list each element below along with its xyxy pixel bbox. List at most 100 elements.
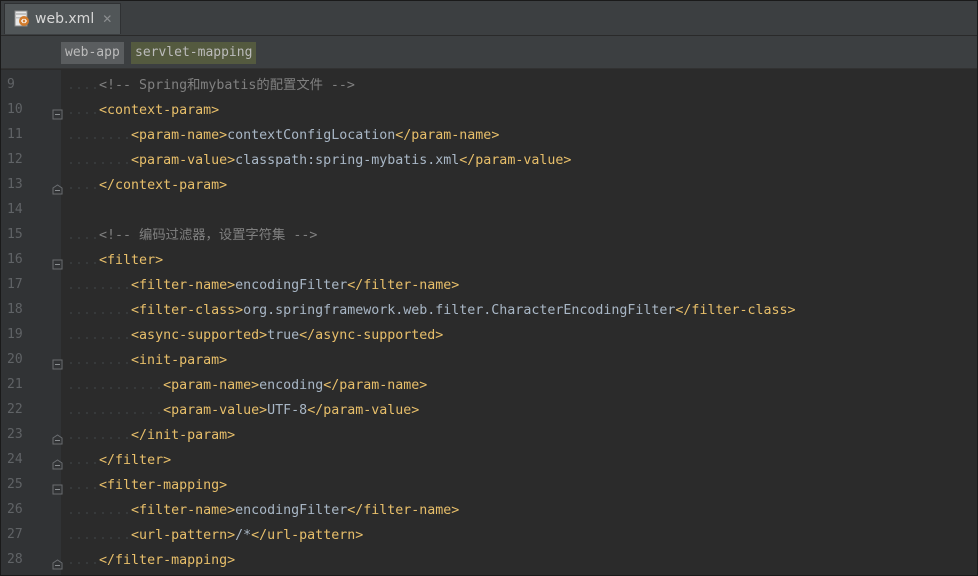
indent-whitespace: .... — [67, 478, 100, 493]
code-text: ....<!-- Spring和mybatis的配置文件 --> — [67, 77, 355, 94]
tab-web-xml[interactable]: web.xml ✕ — [4, 3, 121, 34]
line-number: 12 — [7, 152, 23, 167]
code-line[interactable]: 22 ............<param-value>UTF-8</param-… — [1, 398, 977, 423]
line-number: 28 — [7, 552, 23, 567]
code-line[interactable]: 18 ........<filter-class>org.springframew… — [1, 298, 977, 323]
xml-tag: <filter-name> — [131, 278, 236, 293]
fold-open-icon[interactable] — [52, 355, 63, 370]
code-text: ........<async-supported>true</async-sup… — [67, 327, 443, 344]
code-line[interactable]: 19 ........<async-supported>true</async-s… — [1, 323, 977, 348]
code-text: ....</filter> — [67, 452, 171, 469]
code-line[interactable]: 24 ....</filter> — [1, 448, 977, 473]
fold-close-icon[interactable] — [52, 555, 63, 570]
xml-comment: <!-- 编码过滤器，设置字符集 --> — [99, 228, 318, 243]
code-line[interactable]: 12 ........<param-value>classpath:spring-… — [1, 148, 977, 173]
xml-tag: <filter> — [99, 253, 164, 268]
code-text: ....<!-- 编码过滤器，设置字符集 --> — [67, 227, 317, 244]
code-line[interactable]: 15 ....<!-- 编码过滤器，设置字符集 --> — [1, 223, 977, 248]
xml-text: classpath:spring-mybatis.xml — [235, 153, 460, 168]
indent-whitespace: ........ — [67, 153, 132, 168]
code-line[interactable]: 14 — [1, 198, 977, 223]
line-number: 27 — [7, 527, 23, 542]
xml-text: org.springframework.web.filter.Character… — [243, 303, 676, 318]
ide-window: web.xml ✕ web-app servlet-mapping 9 ....<… — [0, 0, 978, 576]
line-number: 25 — [7, 477, 23, 492]
line-number: 15 — [7, 227, 23, 242]
xml-tag: </param-value> — [307, 403, 420, 418]
xml-text: encodingFilter — [235, 278, 348, 293]
fold-open-icon[interactable] — [52, 255, 63, 270]
close-icon[interactable]: ✕ — [102, 12, 112, 26]
code-line[interactable]: 20 ........<init-param> — [1, 348, 977, 373]
xml-text: /* — [235, 528, 252, 543]
code-text: ....<context-param> — [67, 102, 219, 119]
indent-whitespace: .... — [67, 78, 100, 93]
indent-whitespace: .... — [67, 178, 100, 193]
code-line[interactable]: 26 ........<filter-name>encodingFilter</f… — [1, 498, 977, 523]
xml-tag: </async-supported> — [299, 328, 444, 343]
indent-whitespace: .... — [67, 228, 100, 243]
xml-text: contextConfigLocation — [227, 128, 396, 143]
indent-whitespace: ........ — [67, 328, 132, 343]
breadcrumb-item-web-app[interactable]: web-app — [61, 42, 124, 64]
xml-tag: </param-value> — [459, 153, 572, 168]
code-line[interactable]: 27 ........<url-pattern>/*</url-pattern> — [1, 523, 977, 548]
xml-tag: <async-supported> — [131, 328, 268, 343]
xml-tag: </filter-name> — [347, 503, 460, 518]
xml-file-icon — [13, 10, 31, 28]
tab-label: web.xml — [35, 11, 95, 27]
xml-tag: </context-param> — [99, 178, 228, 193]
code-text: ....</context-param> — [67, 177, 227, 194]
fold-open-icon[interactable] — [52, 480, 63, 495]
code-line[interactable]: 25 ....<filter-mapping> — [1, 473, 977, 498]
code-text: ........<param-name>contextConfigLocatio… — [67, 127, 499, 144]
fold-open-icon[interactable] — [52, 105, 63, 120]
code-line[interactable]: 17 ........<filter-name>encodingFilter</f… — [1, 273, 977, 298]
line-number: 17 — [7, 277, 23, 292]
xml-tag: <context-param> — [99, 103, 220, 118]
code-text: ............<param-value>UTF-8</param-va… — [67, 402, 419, 419]
code-line[interactable]: 21 ............<param-name>encoding</para… — [1, 373, 977, 398]
editor-tab-bar: web.xml ✕ — [1, 1, 977, 36]
code-text: ............<param-name>encoding</param-… — [67, 377, 427, 394]
xml-tag: <param-name> — [163, 378, 260, 393]
code-line[interactable]: 13 ....</context-param> — [1, 173, 977, 198]
code-editor[interactable]: 9 ....<!-- Spring和mybatis的配置文件 --> 10 ....<… — [1, 70, 977, 575]
line-number: 13 — [7, 177, 23, 192]
code-line[interactable]: 23 ........</init-param> — [1, 423, 977, 448]
xml-tag: </init-param> — [131, 428, 236, 443]
xml-comment: <!-- Spring和mybatis的配置文件 --> — [99, 78, 355, 93]
indent-whitespace: ............ — [67, 378, 164, 393]
fold-close-icon[interactable] — [52, 430, 63, 445]
xml-tag: </filter-name> — [347, 278, 460, 293]
indent-whitespace: ............ — [67, 403, 164, 418]
code-text: ........<filter-name>encodingFilter</fil… — [67, 502, 459, 519]
code-line[interactable]: 10 ....<context-param> — [1, 98, 977, 123]
code-text: ........<filter-class>org.springframewor… — [67, 302, 796, 319]
line-number: 19 — [7, 327, 23, 342]
fold-close-icon[interactable] — [52, 180, 63, 195]
code-text: ....</filter-mapping> — [67, 552, 235, 569]
code-text: ....<filter> — [67, 252, 163, 269]
indent-whitespace: .... — [67, 453, 100, 468]
fold-close-icon[interactable] — [52, 455, 63, 470]
code-line[interactable]: 11 ........<param-name>contextConfigLocat… — [1, 123, 977, 148]
line-number: 20 — [7, 352, 23, 367]
xml-tag: <url-pattern> — [131, 528, 236, 543]
indent-whitespace: ........ — [67, 303, 132, 318]
indent-whitespace: ........ — [67, 503, 132, 518]
code-line[interactable]: 16 ....<filter> — [1, 248, 977, 273]
code-line[interactable]: 28 ....</filter-mapping> — [1, 548, 977, 573]
breadcrumb-item-servlet-mapping[interactable]: servlet-mapping — [131, 42, 257, 64]
code-line[interactable]: 9 ....<!-- Spring和mybatis的配置文件 --> — [1, 73, 977, 98]
code-text: ........</init-param> — [67, 427, 235, 444]
indent-whitespace: .... — [67, 253, 100, 268]
xml-tag: <param-name> — [131, 128, 228, 143]
xml-tag: <param-value> — [163, 403, 268, 418]
xml-tag: <param-value> — [131, 153, 236, 168]
code-text: ........<param-value>classpath:spring-my… — [67, 152, 571, 169]
line-number: 10 — [7, 102, 23, 117]
xml-tag: <filter-name> — [131, 503, 236, 518]
xml-tag: </param-name> — [323, 378, 428, 393]
xml-tag: <init-param> — [131, 353, 228, 368]
